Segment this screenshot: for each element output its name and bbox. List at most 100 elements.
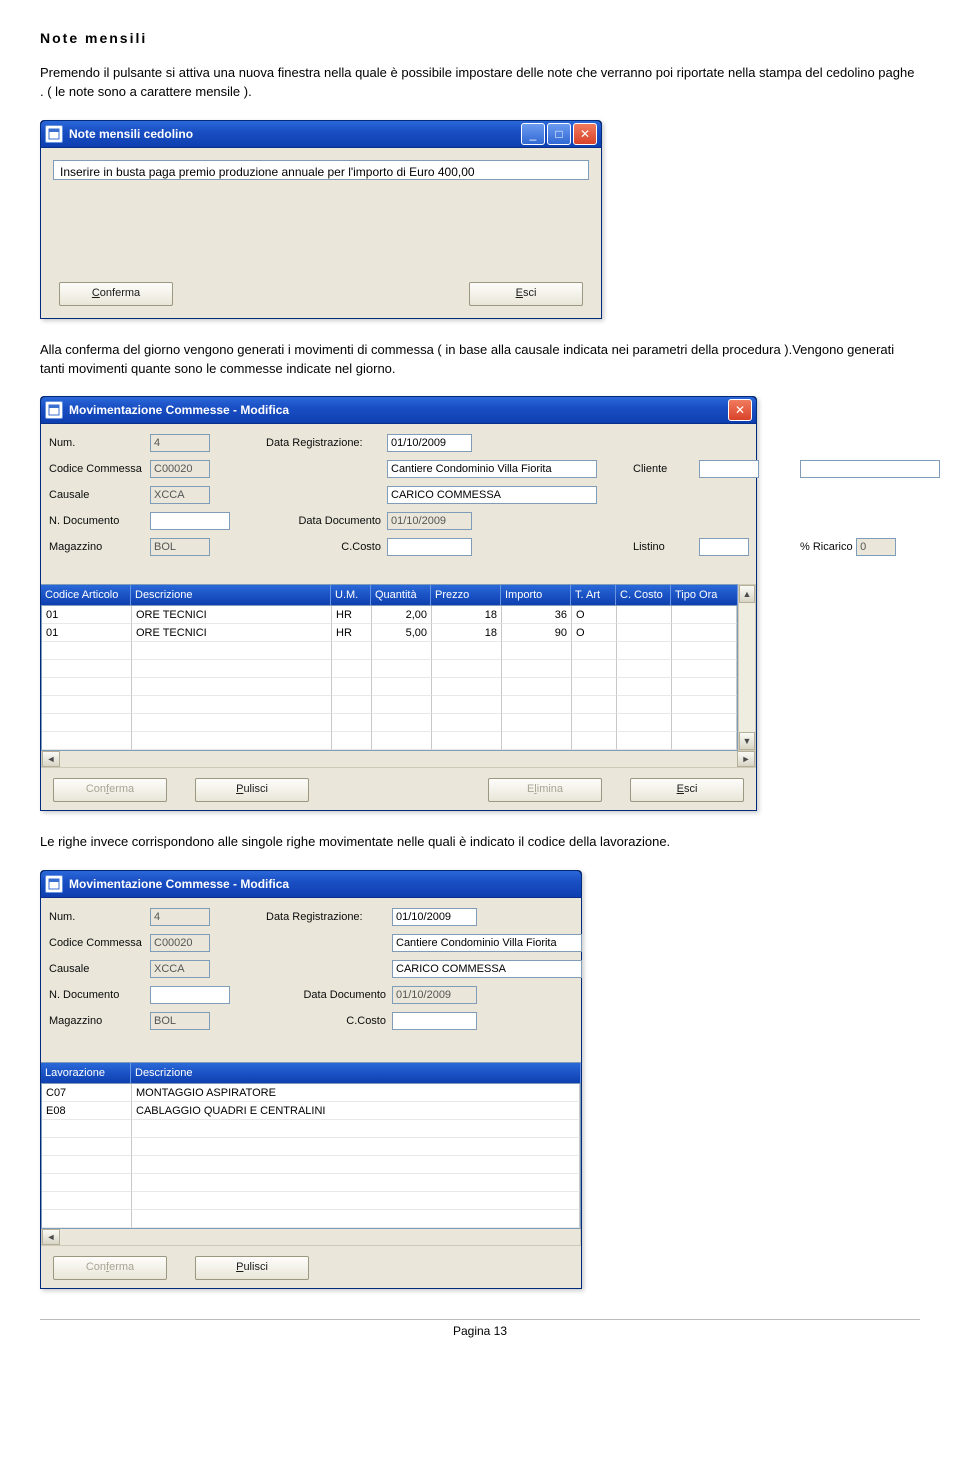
page-footer: Pagina 13 (40, 1319, 920, 1338)
notes-textarea[interactable]: Inserire in busta paga premio produzione… (53, 160, 589, 180)
vertical-scrollbar[interactable]: ▲ ▼ (738, 584, 756, 751)
table-row[interactable] (42, 714, 737, 732)
label-causale: Causale (49, 489, 144, 501)
maximize-button[interactable]: □ (547, 123, 571, 145)
movimentazione-window-2: Movimentazione Commesse - Modifica Num. … (40, 870, 582, 1289)
label-data-reg: Data Registrazione: (266, 437, 381, 449)
label-ndoc: N. Documento (49, 515, 144, 527)
table-row[interactable] (42, 1174, 580, 1192)
table-row[interactable] (42, 660, 737, 678)
section-heading: Note mensili (40, 30, 920, 46)
intro-paragraph-1: Premendo il pulsante si attiva una nuova… (40, 64, 920, 102)
window-title: Movimentazione Commesse - Modifica (69, 403, 728, 417)
causale-desc-input[interactable] (387, 486, 597, 504)
label-ricarico: % Ricarico (800, 541, 853, 553)
horizontal-scrollbar[interactable]: ◄ ► (41, 751, 756, 768)
ndoc-input[interactable] (150, 986, 230, 1004)
cod-commessa-input[interactable] (150, 460, 210, 478)
cliente-desc-input[interactable] (800, 460, 940, 478)
data-doc-input[interactable] (387, 512, 472, 530)
table-row[interactable]: 01ORE TECNICIHR5,001890O (42, 624, 737, 642)
label-ccosto: C.Costo (266, 1015, 386, 1027)
confirm-button[interactable]: Conferma (59, 282, 173, 306)
table-row[interactable] (42, 1192, 580, 1210)
scroll-left-icon[interactable]: ◄ (42, 751, 60, 767)
causale-desc-input[interactable] (392, 960, 582, 978)
label-data-reg: Data Registrazione: (266, 911, 386, 923)
conferma-button[interactable]: Conferma (53, 1256, 167, 1280)
elimina-button[interactable]: Elimina (488, 778, 602, 802)
intro-paragraph-2: Alla conferma del giorno vengono generat… (40, 341, 920, 379)
close-button[interactable]: ✕ (728, 399, 752, 421)
label-cod-commessa: Codice Commessa (49, 937, 144, 949)
label-data-doc: Data Documento (266, 989, 386, 1001)
label-data-doc: Data Documento (266, 515, 381, 527)
ccosto-input[interactable] (387, 538, 472, 556)
label-ccosto: C.Costo (266, 541, 381, 553)
notes-window: Note mensili cedolino _ □ ✕ Inserire in … (40, 120, 602, 319)
magazzino-input[interactable] (150, 538, 210, 556)
listino-input[interactable] (699, 538, 749, 556)
scroll-up-icon[interactable]: ▲ (739, 585, 755, 603)
titlebar[interactable]: Note mensili cedolino _ □ ✕ (41, 121, 601, 148)
conferma-button[interactable]: Conferma (53, 778, 167, 802)
causale-input[interactable] (150, 486, 210, 504)
pulisci-button[interactable]: Pulisci (195, 778, 309, 802)
table-row[interactable]: E08CABLAGGIO QUADRI E CENTRALINI (42, 1102, 580, 1120)
scroll-left-icon[interactable]: ◄ (42, 1229, 60, 1245)
table-row[interactable] (42, 696, 737, 714)
grid-header: Codice Articolo Descrizione U.M. Quantit… (41, 584, 738, 606)
app-icon (45, 125, 63, 143)
window-title: Movimentazione Commesse - Modifica (69, 877, 577, 891)
app-icon (45, 401, 63, 419)
minimize-button[interactable]: _ (521, 123, 545, 145)
table-row[interactable] (42, 732, 737, 750)
label-num: Num. (49, 437, 144, 449)
table-row[interactable] (42, 1138, 580, 1156)
data-reg-input[interactable] (392, 908, 477, 926)
titlebar[interactable]: Movimentazione Commesse - Modifica ✕ (41, 397, 756, 424)
grid-body[interactable]: 01ORE TECNICIHR2,001836O01ORE TECNICIHR5… (41, 606, 738, 751)
ndoc-input[interactable] (150, 512, 230, 530)
scroll-right-icon[interactable]: ► (737, 751, 755, 767)
causale-input[interactable] (150, 960, 210, 978)
data-reg-input[interactable] (387, 434, 472, 452)
label-causale: Causale (49, 963, 144, 975)
pulisci-button[interactable]: Pulisci (195, 1256, 309, 1280)
label-magazzino: Magazzino (49, 1015, 144, 1027)
esci-button[interactable]: Esci (630, 778, 744, 802)
table-row[interactable]: 01ORE TECNICIHR2,001836O (42, 606, 737, 624)
grid-body[interactable]: C07MONTAGGIO ASPIRATOREE08CABLAGGIO QUAD… (41, 1084, 581, 1229)
data-doc-input[interactable] (392, 986, 477, 1004)
horizontal-scrollbar[interactable]: ◄ (41, 1229, 581, 1246)
table-row[interactable]: C07MONTAGGIO ASPIRATORE (42, 1084, 580, 1102)
table-row[interactable] (42, 642, 737, 660)
label-listino: Listino (633, 541, 693, 553)
cantiere-input[interactable] (387, 460, 597, 478)
label-ndoc: N. Documento (49, 989, 144, 1001)
table-row[interactable] (42, 1210, 580, 1228)
window-title: Note mensili cedolino (69, 127, 521, 141)
cod-commessa-input[interactable] (150, 934, 210, 952)
cliente-code-input[interactable] (699, 460, 759, 478)
cantiere-input[interactable] (392, 934, 582, 952)
table-row[interactable] (42, 1120, 580, 1138)
table-row[interactable] (42, 678, 737, 696)
ricarico-input[interactable] (856, 538, 896, 556)
magazzino-input[interactable] (150, 1012, 210, 1030)
intro-paragraph-3: Le righe invece corrispondono alle singo… (40, 833, 920, 852)
grid-header: Lavorazione Descrizione (41, 1062, 581, 1084)
ccosto-input[interactable] (392, 1012, 477, 1030)
titlebar[interactable]: Movimentazione Commesse - Modifica (41, 871, 581, 898)
exit-button[interactable]: Esci (469, 282, 583, 306)
scroll-down-icon[interactable]: ▼ (739, 732, 755, 750)
label-cliente: Cliente (633, 463, 693, 475)
label-cod-commessa: Codice Commessa (49, 463, 144, 475)
movimentazione-window-1: Movimentazione Commesse - Modifica ✕ Num… (40, 396, 757, 811)
table-row[interactable] (42, 1156, 580, 1174)
close-button[interactable]: ✕ (573, 123, 597, 145)
num-input[interactable] (150, 908, 210, 926)
num-input[interactable] (150, 434, 210, 452)
app-icon (45, 875, 63, 893)
label-num: Num. (49, 911, 144, 923)
